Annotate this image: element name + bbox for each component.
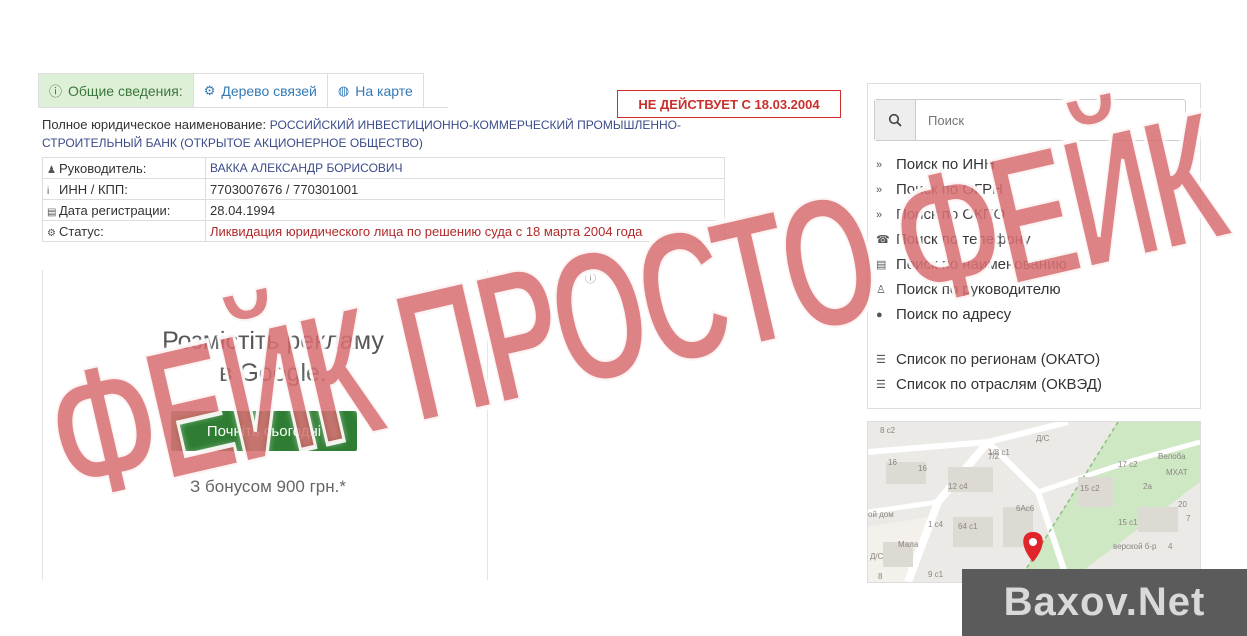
tab-bar: ⓘ Общие сведения: ⚙ Дерево связей ◍ На к… (38, 73, 448, 108)
chevron-right-icon: » (876, 208, 883, 221)
search-by-okpo-link[interactable]: » Поиск по ОКПО (876, 202, 1102, 227)
cogs-icon: ⚙ (47, 227, 56, 239)
map-label: 4 (1168, 542, 1173, 551)
site-watermark: Baxov.Net (962, 569, 1247, 636)
chevron-right-icon: » (876, 158, 883, 171)
map-label: 16 (888, 458, 897, 467)
map-label: Велоба (1158, 452, 1186, 461)
map-label: 1 с4 (928, 520, 944, 529)
table-row: ⚙ Статус: Ликвидация юридического лица по… (42, 220, 725, 242)
map-label: верской б-р (1113, 542, 1157, 551)
map-marker-icon: ● (876, 308, 883, 321)
map-label: 1/8 с1 (988, 448, 1010, 457)
chevron-right-icon: » (876, 183, 883, 196)
table-row: ♟ Руководитель: ВАККА АЛЕКСАНДР БОРИСОВИЧ (42, 157, 725, 179)
search-links: » Поиск по ИНН » Поиск по ОГРН » Поиск по О… (876, 152, 1102, 397)
search-by-inn-link[interactable]: » Поиск по ИНН (876, 152, 1102, 177)
row-key: Руководитель: (59, 160, 147, 176)
map-label: 9 с1 (928, 570, 944, 579)
status-value: Ликвидация юридического лица по решению … (210, 223, 643, 239)
calendar-icon: ▤ (47, 206, 57, 218)
tab-label: На карте (355, 82, 413, 99)
map-label: 8 с2 (880, 426, 896, 435)
tab-general-info[interactable]: ⓘ Общие сведения: (38, 73, 194, 107)
ad-start-button[interactable]: Почніть сьогодні (171, 411, 357, 451)
search-by-name-link[interactable]: ▤ Поиск по наименованию (876, 252, 1102, 277)
map-label: 12 с4 (948, 482, 968, 491)
tab-label: Общие сведения: (68, 82, 183, 99)
row-key: Дата регистрации: (59, 202, 171, 218)
map-label: 17 с2 (1118, 460, 1138, 469)
list-icon: ☰ (876, 379, 886, 391)
list-icon: ☰ (876, 354, 886, 366)
map-label: 7 (1186, 514, 1191, 523)
company-info-table: ♟ Руководитель: ВАККА АЛЕКСАНДР БОРИСОВИЧ… (42, 157, 725, 242)
search-by-phone-link[interactable]: ☎ Поиск по телефону (876, 227, 1102, 252)
map-label: 6Ас6 (1016, 504, 1035, 513)
map-label: 20 (1178, 500, 1187, 509)
search-box (874, 99, 1186, 141)
search-input[interactable] (916, 100, 1185, 140)
map-label: 2а (1143, 482, 1152, 491)
ad-headline: Розмістіть рекламу в Google. (162, 327, 384, 387)
map-label: 8 (878, 572, 883, 581)
full-name-label: Полное юридическое наименование: (42, 117, 267, 132)
row-key: Статус: (59, 223, 104, 239)
search-icon[interactable] (875, 100, 916, 140)
inn-kpp-value: 7703007676 / 770301001 (210, 181, 359, 197)
map-label: МХАТ (1166, 468, 1188, 477)
map-label: Д/С (870, 552, 884, 561)
map-label: Д/С (1036, 434, 1050, 443)
director-name[interactable]: ВАККА АЛЕКСАНДР БОРИСОВИЧ (210, 161, 403, 175)
tab-label: Дерево связей (221, 82, 317, 99)
cogs-icon: ⚙ (203, 82, 216, 98)
inactive-status-badge: НЕ ДЕЙСТВУЕТ С 18.03.2004 (617, 90, 841, 118)
registration-date-value: 28.04.1994 (210, 202, 276, 218)
map-canvas (868, 422, 1200, 582)
map-label: 16 (918, 464, 927, 473)
table-row: ▤ Дата регистрации: 28.04.1994 (42, 199, 725, 221)
user-outline-icon: ♙ (876, 284, 886, 296)
location-map[interactable]: 8 с2 Д/С 7/2 16 1/8 с1 16 12 с4 17 с2 Велоба МХАТ… (867, 421, 1201, 583)
ad-bonus-text: З бонусом 900 грн.* (190, 477, 346, 496)
user-icon: ♟ (47, 164, 56, 176)
search-by-ogrn-link[interactable]: » Поиск по ОГРН (876, 177, 1102, 202)
search-by-director-link[interactable]: ♙ Поиск по руководителю (876, 277, 1102, 302)
map-label: Мала (898, 540, 919, 549)
map-label: 15 с1 (1118, 518, 1138, 527)
ad-info-icon[interactable]: ⓘ (585, 270, 596, 286)
map-label: ой дом (868, 510, 894, 519)
tab-on-map[interactable]: ◍ На карте (326, 73, 424, 107)
globe-icon: ◍ (337, 82, 350, 98)
list-by-regions-link[interactable]: ☰ Список по регионам (ОКАТО) (876, 347, 1102, 372)
table-row: i ИНН / КПП: 7703007676 / 770301001 (42, 178, 725, 200)
info-circle-icon: ⓘ (49, 84, 63, 99)
row-key: ИНН / КПП: (59, 181, 128, 197)
full-legal-name: Полное юридическое наименование: РОССИЙС… (42, 116, 692, 152)
search-panel: »Поиск по ИНН »Поиск по ОГРН »Поиск по О… (867, 83, 1201, 409)
map-label: 64 с1 (958, 522, 978, 531)
tab-relations-tree[interactable]: ⚙ Дерево связей (192, 73, 328, 107)
list-by-industries-link[interactable]: ☰ Список по отраслям (ОКВЭД) (876, 372, 1102, 397)
info-icon: i (47, 185, 50, 197)
search-by-address-link[interactable]: ● Поиск по адресу (876, 302, 1102, 327)
phone-icon: ☎ (876, 234, 890, 246)
ad-banner[interactable]: Розмістіть рекламу в Google. Почніть сьо… (42, 270, 488, 580)
document-icon: ▤ (876, 259, 887, 271)
map-label: 15 с2 (1080, 484, 1100, 493)
